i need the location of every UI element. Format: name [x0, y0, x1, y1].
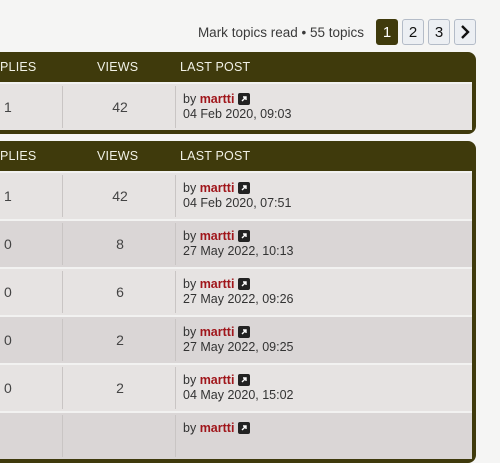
views-count: 2 — [116, 332, 124, 348]
column-divider — [62, 86, 63, 128]
column-divider — [175, 86, 176, 128]
last-post-date: 04 Feb 2020, 07:51 — [183, 196, 292, 210]
column-divider — [175, 175, 176, 217]
column-divider — [175, 271, 176, 313]
header-last-post: LAST POST — [180, 149, 251, 163]
by-label: by — [183, 181, 197, 195]
topic-list: 1 42 by martti 04 Feb 2020, 09:03 — [0, 82, 472, 130]
topic-block-announcements: PLIES VIEWS LAST POST 1 42 by martti 04 Feb… — [0, 52, 476, 134]
external-link-icon[interactable] — [238, 374, 251, 386]
column-divider — [62, 175, 63, 217]
by-label: by — [183, 229, 197, 243]
page-2-button[interactable]: 2 — [402, 19, 424, 45]
last-post-date: 04 Feb 2020, 09:03 — [183, 107, 292, 121]
last-post-date: 27 May 2022, 10:13 — [183, 244, 294, 258]
page-1-button[interactable]: 1 — [376, 19, 398, 45]
last-post-date: 27 May 2022, 09:25 — [183, 340, 294, 354]
author-link[interactable]: martti — [200, 92, 235, 106]
author-link[interactable]: martti — [200, 229, 235, 243]
views-count: 42 — [112, 188, 128, 204]
replies-count: 0 — [4, 236, 12, 252]
topic-block-topics: PLIES VIEWS LAST POST 1 42 by martti 04 Feb… — [0, 141, 476, 463]
header-views: VIEWS — [97, 60, 139, 74]
topic-row[interactable]: 0 8 by martti 27 May 2022, 10:13 — [0, 219, 472, 267]
topic-row[interactable]: 1 42 by martti 04 Feb 2020, 09:03 — [0, 82, 472, 130]
author-link[interactable]: martti — [200, 373, 235, 387]
external-link-icon[interactable] — [238, 278, 251, 290]
author-link[interactable]: martti — [200, 421, 235, 435]
header-replies: PLIES — [0, 149, 37, 163]
by-label: by — [183, 277, 197, 291]
replies-count: 0 — [4, 284, 12, 300]
column-divider — [175, 223, 176, 265]
last-post-cell: by martti 27 May 2022, 10:13 — [183, 229, 294, 259]
by-label: by — [183, 92, 197, 106]
replies-count: 0 — [4, 380, 12, 396]
table-header: PLIES VIEWS LAST POST — [0, 141, 472, 171]
topic-list: 1 42 by martti 04 Feb 2020, 07:51 0 8 by martt… — [0, 171, 472, 459]
column-divider — [62, 319, 63, 361]
last-post-cell: by martti 27 May 2022, 09:26 — [183, 277, 294, 307]
external-link-icon[interactable] — [238, 326, 251, 338]
last-post-date: 27 May 2022, 09:26 — [183, 292, 294, 306]
last-post-cell: by martti 04 Feb 2020, 07:51 — [183, 181, 291, 211]
pagination-bar: Mark topics read • 55 topics 1 2 3 — [198, 18, 476, 46]
column-divider — [62, 415, 63, 457]
views-count: 42 — [112, 99, 128, 115]
header-views: VIEWS — [97, 149, 139, 163]
topic-row[interactable]: 0 2 by martti 04 May 2020, 15:02 — [0, 363, 472, 411]
header-last-post: LAST POST — [180, 60, 251, 74]
column-divider — [175, 415, 176, 457]
author-link[interactable]: martti — [200, 325, 235, 339]
last-post-cell: by martti — [183, 421, 251, 436]
last-post-cell: by martti 27 May 2022, 09:25 — [183, 325, 294, 355]
topic-row[interactable]: 0 2 by martti 27 May 2022, 09:25 — [0, 315, 472, 363]
views-count: 6 — [116, 284, 124, 300]
column-divider — [175, 319, 176, 361]
by-label: by — [183, 421, 197, 435]
last-post-cell: by martti 04 May 2020, 15:02 — [183, 373, 294, 403]
views-count: 8 — [116, 236, 124, 252]
topic-row[interactable]: 1 42 by martti 04 Feb 2020, 07:51 — [0, 171, 472, 219]
page-3-button[interactable]: 3 — [428, 19, 450, 45]
column-divider — [62, 367, 63, 409]
mark-topics-read-link[interactable]: Mark topics read • 55 topics — [198, 25, 364, 40]
external-link-icon[interactable] — [238, 230, 251, 242]
last-post-cell: by martti 04 Feb 2020, 09:03 — [183, 92, 291, 122]
by-label: by — [183, 373, 197, 387]
external-link-icon[interactable] — [238, 182, 251, 194]
column-divider — [175, 367, 176, 409]
author-link[interactable]: martti — [200, 181, 235, 195]
by-label: by — [183, 325, 197, 339]
last-post-date: 04 May 2020, 15:02 — [183, 388, 294, 402]
views-count: 2 — [116, 380, 124, 396]
external-link-icon[interactable] — [238, 93, 251, 105]
replies-count: 0 — [4, 332, 12, 348]
replies-count: 1 — [4, 188, 12, 204]
topic-row[interactable]: by martti — [0, 411, 472, 459]
column-divider — [62, 271, 63, 313]
table-header: PLIES VIEWS LAST POST — [0, 52, 472, 82]
header-replies: PLIES — [0, 60, 37, 74]
next-page-button[interactable] — [454, 19, 476, 45]
chevron-right-icon — [461, 25, 470, 39]
topic-row[interactable]: 0 6 by martti 27 May 2022, 09:26 — [0, 267, 472, 315]
author-link[interactable]: martti — [200, 277, 235, 291]
column-divider — [62, 223, 63, 265]
replies-count: 1 — [4, 99, 12, 115]
